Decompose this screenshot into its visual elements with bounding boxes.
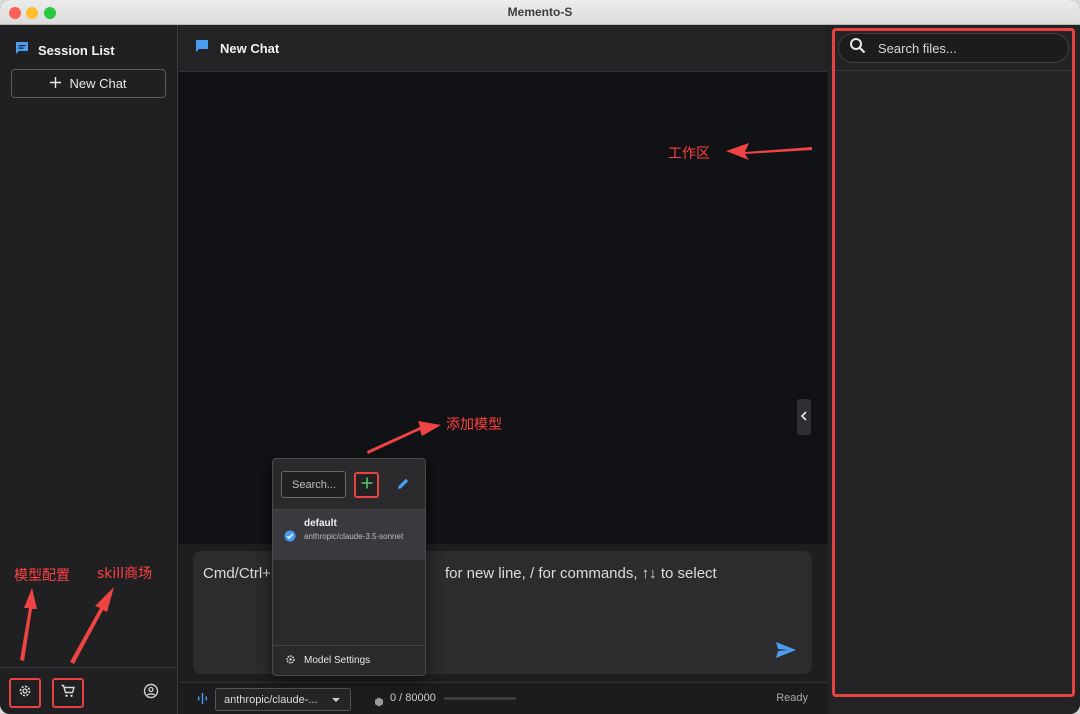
model-config-button[interactable] bbox=[9, 678, 41, 708]
connection-icon bbox=[197, 692, 208, 710]
model-settings-label: Model Settings bbox=[304, 655, 371, 666]
model-select-value: anthropic/claude-... bbox=[224, 693, 318, 706]
plus-icon bbox=[361, 476, 373, 494]
chat-header: New Chat bbox=[179, 25, 827, 72]
model-search-input[interactable]: Search... bbox=[281, 471, 346, 498]
status-bar: anthropic/claude-... 0 / 80000 Ready bbox=[179, 682, 827, 714]
chat-bubble-icon bbox=[14, 40, 30, 61]
gear-icon bbox=[285, 652, 296, 670]
token-count: 0 / 80000 bbox=[390, 692, 436, 704]
send-button[interactable] bbox=[774, 641, 798, 664]
window-title: Memento-S bbox=[507, 5, 573, 19]
model-select[interactable]: anthropic/claude-... bbox=[215, 688, 351, 711]
gear-icon bbox=[17, 683, 33, 704]
plus-icon bbox=[50, 76, 62, 91]
session-list-header: Session List bbox=[14, 40, 115, 61]
skill-store-button[interactable] bbox=[52, 678, 84, 708]
check-circle-icon bbox=[284, 529, 296, 547]
add-model-button[interactable] bbox=[354, 472, 379, 498]
annotation-workspace: 工作区 bbox=[668, 146, 710, 162]
model-search-placeholder: Search... bbox=[292, 478, 337, 491]
workspace-highlight-box bbox=[832, 28, 1075, 697]
model-id: anthropic/claude-3.5-sonnet bbox=[304, 532, 404, 541]
app-window: Memento-S Session List New Chat New Chat… bbox=[0, 0, 1080, 714]
account-button[interactable] bbox=[135, 678, 167, 708]
model-name: default bbox=[304, 518, 337, 529]
collapse-panel-button[interactable] bbox=[797, 399, 811, 435]
model-picker-popup: Search... default anthropic/claude-3.5-s… bbox=[272, 458, 426, 676]
session-list-title: Session List bbox=[38, 43, 115, 58]
model-list-item[interactable]: default anthropic/claude-3.5-sonnet bbox=[273, 510, 425, 560]
chevron-left-icon bbox=[800, 408, 808, 426]
user-circle-icon bbox=[143, 683, 159, 704]
chat-bubble-icon bbox=[194, 38, 210, 59]
chat-title: New Chat bbox=[220, 40, 280, 56]
model-settings-button[interactable]: Model Settings bbox=[273, 645, 425, 675]
pencil-icon bbox=[396, 478, 410, 495]
session-sidebar: Session List New Chat bbox=[0, 25, 178, 714]
new-chat-label: New Chat bbox=[69, 76, 127, 91]
shopping-cart-icon bbox=[60, 683, 76, 704]
chevron-down-icon bbox=[332, 698, 340, 702]
title-bar: Memento-S bbox=[0, 0, 1080, 25]
send-icon bbox=[775, 641, 797, 664]
annotation-skill-store: skill商场 bbox=[97, 566, 153, 582]
annotation-add-model: 添加模型 bbox=[446, 417, 502, 433]
sidebar-footer bbox=[0, 667, 177, 714]
new-chat-button[interactable]: New Chat bbox=[11, 69, 166, 98]
workspace-panel: Search files... bbox=[828, 25, 1080, 714]
token-icon bbox=[374, 694, 384, 712]
token-usage-bar bbox=[444, 697, 516, 700]
edit-model-button[interactable] bbox=[396, 477, 410, 496]
status-text: Ready bbox=[776, 692, 808, 704]
annotation-model-config: 模型配置 bbox=[14, 568, 70, 584]
